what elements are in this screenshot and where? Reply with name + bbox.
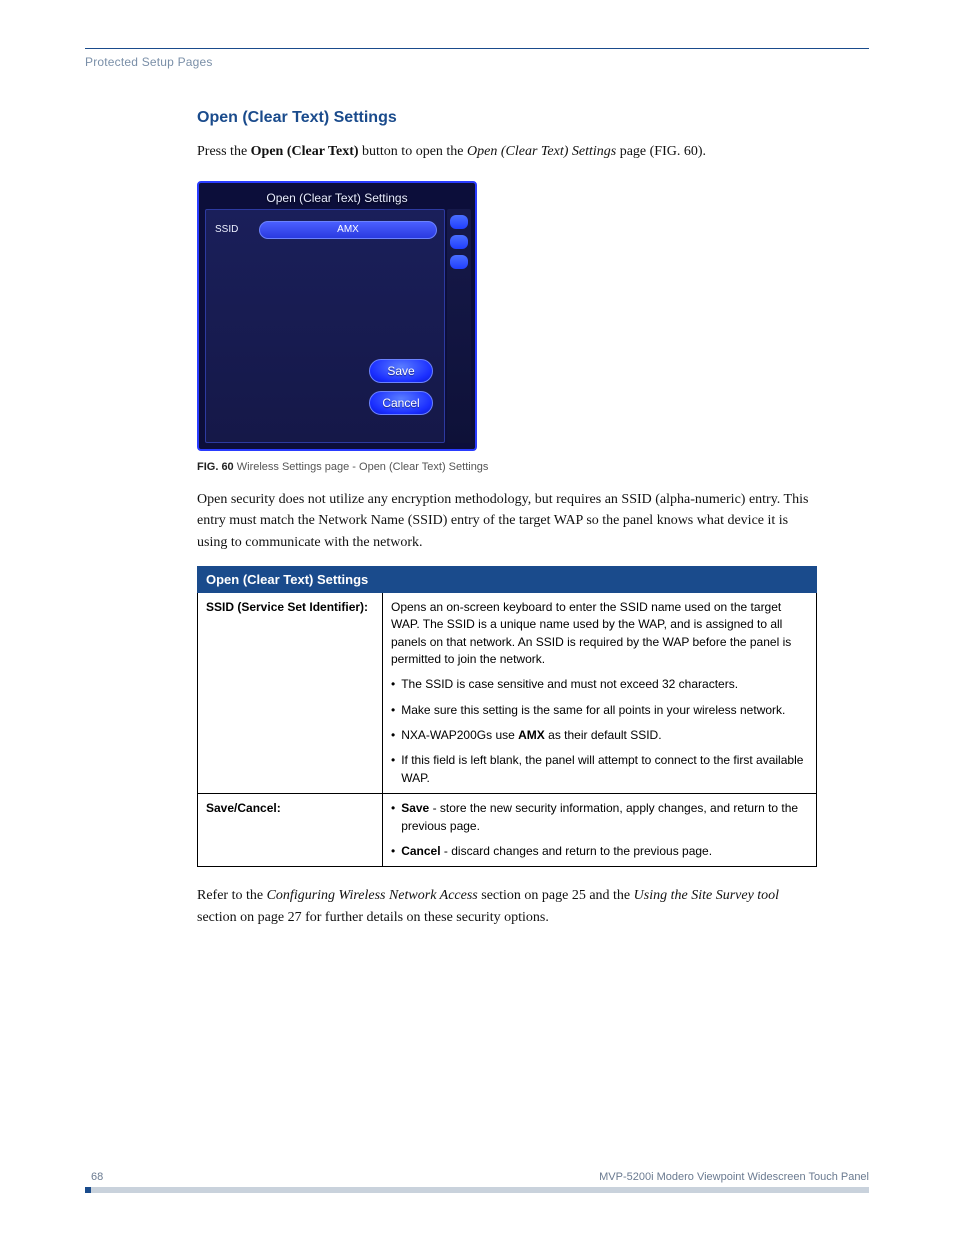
bullet-icon: •: [391, 752, 395, 787]
intro-pre: Press the: [197, 144, 251, 159]
closing-mid1: section on page 25 and the: [478, 888, 634, 903]
intro-post: page (FIG. 60).: [616, 144, 706, 159]
settings-table: Open (Clear Text) Settings SSID (Service…: [197, 566, 817, 868]
bullet-item: • NXA-WAP200Gs use AMX as their default …: [391, 727, 808, 744]
bullet-post: - store the new security information, ap…: [401, 801, 798, 832]
bullet-text: If this field is left blank, the panel w…: [401, 752, 808, 787]
bullet-bold: Save: [401, 801, 429, 815]
side-led-icon: [450, 215, 468, 229]
bullet-icon: •: [391, 800, 395, 835]
save-button[interactable]: Save: [369, 359, 433, 383]
closing-pre: Refer to the: [197, 888, 267, 903]
bullet-icon: •: [391, 676, 395, 693]
intro-bold: Open (Clear Text): [251, 144, 359, 159]
panel-title: Open (Clear Text) Settings: [199, 191, 475, 205]
page-footer: 68 MVP-5200i Modero Viewpoint Widescreen…: [85, 1171, 869, 1193]
bullet-bold: AMX: [518, 728, 545, 742]
row-content: Opens an on-screen keyboard to enter the…: [383, 592, 817, 794]
figure-number: FIG. 60: [197, 461, 234, 473]
side-led-icon: [450, 235, 468, 249]
footer-doc-title: MVP-5200i Modero Viewpoint Widescreen To…: [599, 1171, 869, 1183]
bullet-text: The SSID is case sensitive and must not …: [401, 676, 808, 693]
bullet-post: as their default SSID.: [545, 728, 662, 742]
panel-side: [447, 209, 471, 443]
bullet-item: • If this field is left blank, the panel…: [391, 752, 808, 787]
post-figure-paragraph: Open security does not utilize any encry…: [197, 489, 817, 554]
ssid-label: SSID: [215, 224, 249, 235]
closing-post: section on page 27 for further details o…: [197, 910, 549, 925]
bullet-text: Make sure this setting is the same for a…: [401, 702, 808, 719]
bullet-icon: •: [391, 702, 395, 719]
cancel-button[interactable]: Cancel: [369, 391, 433, 415]
table-row: Save/Cancel: • Save - store the new secu…: [198, 794, 817, 867]
bullet-item: • Cancel - discard changes and return to…: [391, 843, 808, 860]
closing-paragraph: Refer to the Configuring Wireless Networ…: [197, 885, 817, 928]
bullet-bold: Cancel: [401, 844, 440, 858]
ssid-input[interactable]: AMX: [259, 221, 437, 239]
side-led-icon: [450, 255, 468, 269]
figure-caption-text: Wireless Settings page - Open (Clear Tex…: [234, 461, 489, 473]
bullet-item: • Make sure this setting is the same for…: [391, 702, 808, 719]
table-row: SSID (Service Set Identifier): Opens an …: [198, 592, 817, 794]
bullet-icon: •: [391, 727, 395, 744]
figure-caption: FIG. 60 Wireless Settings page - Open (C…: [197, 461, 817, 473]
footer-rule: [85, 1187, 869, 1193]
page-number: 68: [91, 1171, 103, 1183]
figure-60: Open (Clear Text) Settings SSID AMX Save…: [197, 181, 817, 473]
bullet-text: NXA-WAP200Gs use AMX as their default SS…: [401, 727, 808, 744]
device-screenshot: Open (Clear Text) Settings SSID AMX Save…: [197, 181, 477, 451]
bullet-icon: •: [391, 843, 395, 860]
row-label: Save/Cancel:: [198, 794, 383, 867]
intro-ital: Open (Clear Text) Settings: [467, 144, 616, 159]
cell-intro: Opens an on-screen keyboard to enter the…: [391, 599, 808, 669]
bullet-text: Cancel - discard changes and return to t…: [401, 843, 808, 860]
bullet-item: • The SSID is case sensitive and must no…: [391, 676, 808, 693]
table-title: Open (Clear Text) Settings: [198, 566, 817, 592]
row-content: • Save - store the new security informat…: [383, 794, 817, 867]
intro-paragraph: Press the Open (Clear Text) button to op…: [197, 141, 817, 163]
bullet-text: Save - store the new security informatio…: [401, 800, 808, 835]
closing-ital2: Using the Site Survey tool: [634, 888, 779, 903]
bullet-item: • Save - store the new security informat…: [391, 800, 808, 835]
section-heading: Open (Clear Text) Settings: [197, 109, 817, 127]
running-header: Protected Setup Pages: [85, 55, 869, 69]
bullet-post: - discard changes and return to the prev…: [441, 844, 713, 858]
closing-ital1: Configuring Wireless Network Access: [267, 888, 478, 903]
bullet-pre: NXA-WAP200Gs use: [401, 728, 518, 742]
row-label: SSID (Service Set Identifier):: [198, 592, 383, 794]
intro-mid: button to open the: [359, 144, 468, 159]
